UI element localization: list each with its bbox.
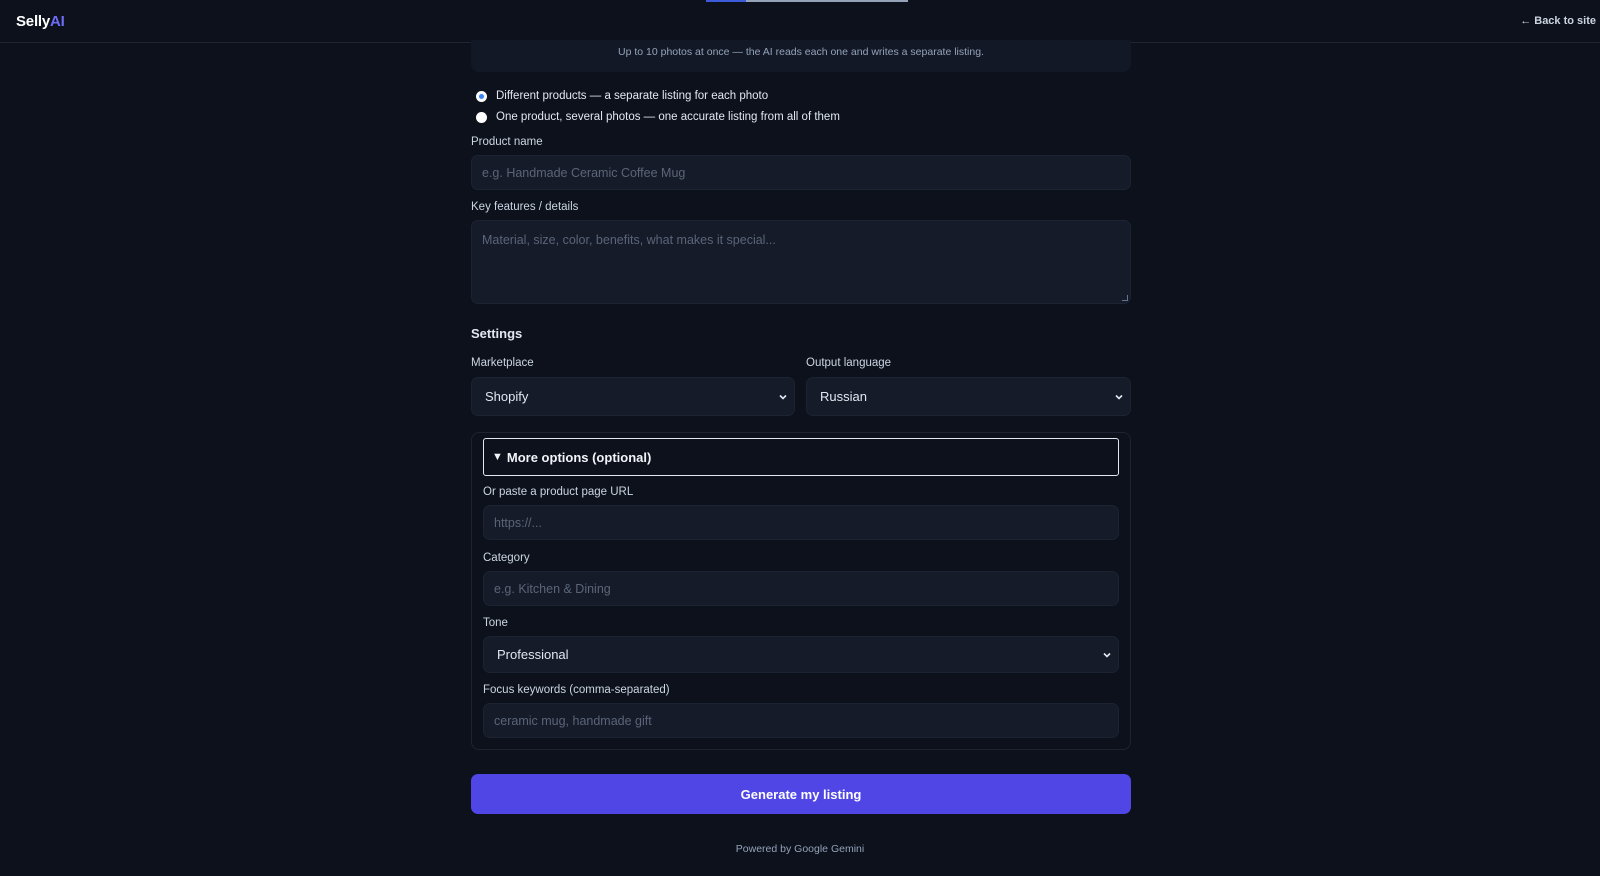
marketplace-value: Shopify <box>485 389 529 404</box>
radio-button[interactable] <box>476 111 487 123</box>
more-options-toggle[interactable]: ▼ More options (optional) <box>483 438 1119 476</box>
marketplace-select[interactable]: Shopify <box>471 377 795 416</box>
tone-label: Tone <box>483 617 508 629</box>
logo-accent: AI <box>50 13 65 30</box>
url-placeholder: https://... <box>494 515 542 530</box>
triangle-down-icon: ▼ <box>492 451 503 463</box>
top-bar: SellyAI ← Back to site <box>0 0 1600 43</box>
keywords-placeholder: ceramic mug, handmade gift <box>494 713 652 728</box>
photo-upload-dropzone[interactable]: Up to 10 photos at once — the AI reads e… <box>471 40 1131 72</box>
output-language-value: Russian <box>820 389 867 404</box>
radio-button-checked[interactable] <box>476 90 487 102</box>
logo-main: Selly <box>16 13 51 30</box>
back-to-site-link[interactable]: ← Back to site <box>1520 15 1596 27</box>
features-placeholder: Material, size, color, benefits, what ma… <box>482 233 776 247</box>
output-language-label: Output language <box>806 357 892 369</box>
logo[interactable]: SellyAI <box>16 13 65 30</box>
upload-hint: Up to 10 photos at once — the AI reads e… <box>618 46 984 58</box>
marketplace-label: Marketplace <box>471 357 534 369</box>
output-language-select[interactable]: Russian <box>806 377 1131 416</box>
resize-handle-icon[interactable] <box>1122 295 1128 301</box>
product-name-input[interactable]: e.g. Handmade Ceramic Coffee Mug <box>471 155 1131 190</box>
generate-listing-button[interactable]: Generate my listing <box>471 774 1131 814</box>
features-textarea[interactable]: Material, size, color, benefits, what ma… <box>471 220 1131 304</box>
category-input[interactable]: e.g. Kitchen & Dining <box>483 571 1119 606</box>
radio-label: One product, several photos — one accura… <box>496 111 840 123</box>
category-placeholder: e.g. Kitchen & Dining <box>494 581 611 596</box>
focus-keywords-input[interactable]: ceramic mug, handmade gift <box>483 703 1119 738</box>
category-label: Category <box>483 552 530 564</box>
more-options-label: More options (optional) <box>506 449 652 465</box>
url-label: Or paste a product page URL <box>483 486 634 498</box>
settings-title: Settings <box>471 326 523 341</box>
features-label: Key features / details <box>471 201 579 213</box>
product-name-label: Product name <box>471 136 543 148</box>
keywords-label: Focus keywords (comma-separated) <box>483 684 670 696</box>
product-url-input[interactable]: https://... <box>483 505 1119 540</box>
chevron-down-icon <box>1115 394 1123 400</box>
radio-label: Different products — a separate listing … <box>496 90 769 102</box>
scroll-indicator <box>706 0 908 2</box>
product-name-placeholder: e.g. Handmade Ceramic Coffee Mug <box>482 165 686 180</box>
tone-select[interactable]: Professional <box>483 636 1119 673</box>
tone-value: Professional <box>497 647 569 662</box>
chevron-down-icon <box>779 394 787 400</box>
radio-different-products[interactable]: Different products — a separate listing … <box>476 90 768 102</box>
chevron-down-icon <box>1103 652 1111 658</box>
radio-one-product[interactable]: One product, several photos — one accura… <box>476 111 840 123</box>
footer-powered-by: Powered by Google Gemini <box>735 843 865 855</box>
